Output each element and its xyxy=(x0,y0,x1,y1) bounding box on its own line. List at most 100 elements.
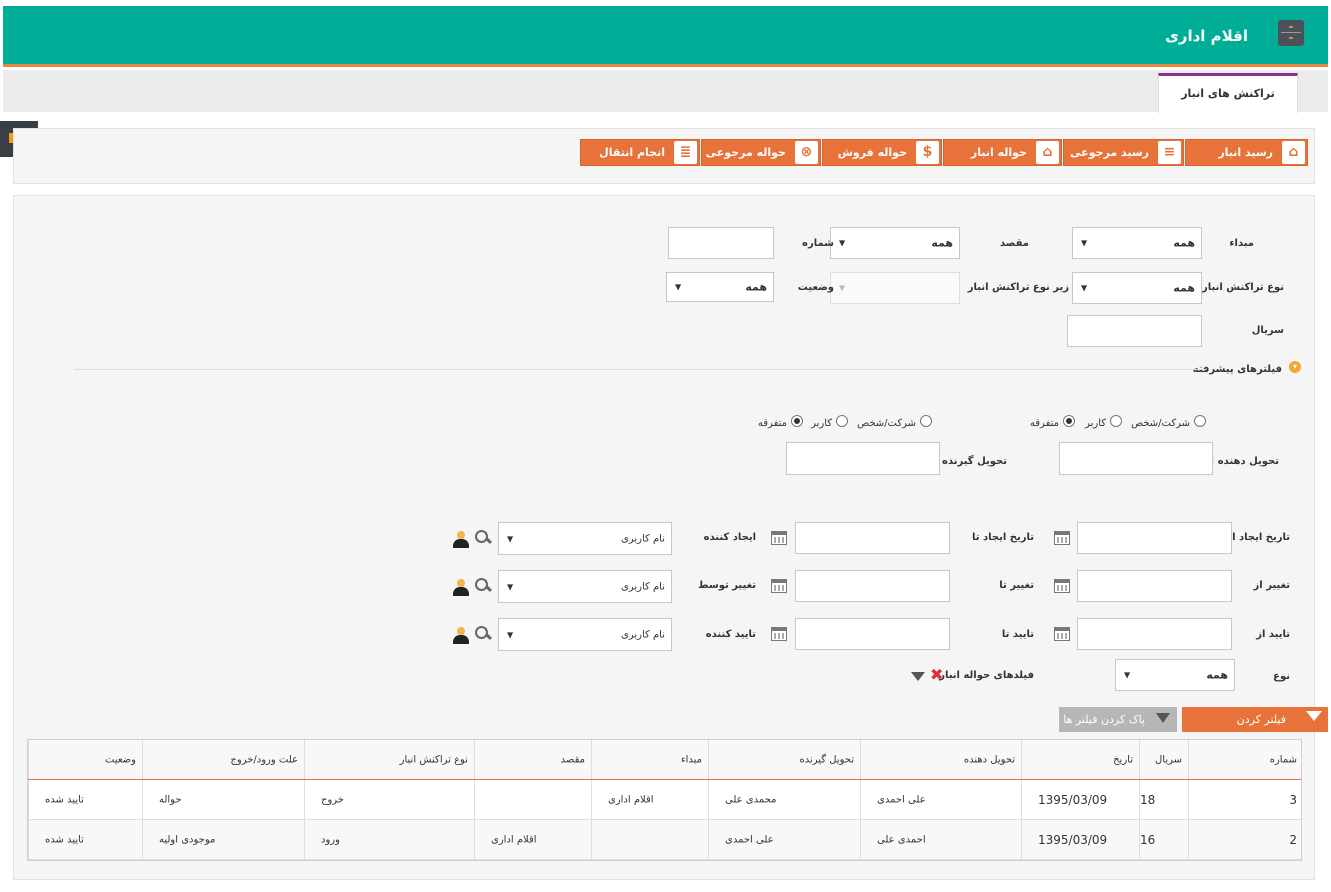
column-header[interactable]: تحویل گیرنده xyxy=(708,740,860,779)
column-header[interactable]: تحویل دهنده xyxy=(860,740,1021,779)
created-to-input[interactable] xyxy=(795,522,950,554)
approver-label: تایید کننده xyxy=(705,629,756,640)
receiver-label: تحویل گیرنده : xyxy=(934,456,1007,467)
close-icon[interactable]: ✖ xyxy=(930,667,943,683)
warehouse-transfer-button[interactable]: ⌂ حواله انبار xyxy=(943,139,1062,166)
table-cell: احمدی علی xyxy=(860,820,1021,859)
divider xyxy=(74,369,1206,370)
calendar-icon[interactable] xyxy=(1054,531,1070,545)
type-select[interactable]: همه ▼ xyxy=(1115,659,1235,691)
chevron-down-icon[interactable]: ▾ xyxy=(1289,361,1301,373)
document-transfer-icon: ≣ xyxy=(674,141,697,164)
column-header[interactable]: وضعیت xyxy=(28,740,142,779)
warehouse-transfer-icon: ⌂ xyxy=(1036,141,1059,164)
approved-from-input[interactable] xyxy=(1077,618,1232,650)
deliverer-radio-misc-label: متفرقه xyxy=(1029,418,1059,429)
table-cell: تایید شده xyxy=(28,780,142,819)
table-header: شماره سریال تاریخ تحویل دهنده تحویل گیرن… xyxy=(28,740,1301,780)
filter-icon[interactable] xyxy=(911,672,925,681)
serial-label: سریال xyxy=(1251,325,1284,336)
funnel-icon xyxy=(1306,711,1322,721)
user-icon[interactable] xyxy=(452,530,470,548)
tab-warehouse-transactions[interactable]: تراکنش های انبار xyxy=(1158,73,1298,113)
deliverer-input[interactable] xyxy=(1059,442,1213,475)
receiver-radio-company[interactable] xyxy=(920,415,932,427)
column-header[interactable]: مبداء xyxy=(591,740,708,779)
changed-by-select[interactable]: نام کاربری ▼ xyxy=(498,570,672,603)
calendar-icon[interactable] xyxy=(1054,627,1070,641)
calendar-icon[interactable] xyxy=(1054,579,1070,593)
return-receipt-button[interactable]: ≡ رسید مرجوعی xyxy=(1063,139,1184,166)
table-cell: علی احمدی xyxy=(708,820,860,859)
destination-select[interactable]: همه ▼ xyxy=(830,227,960,259)
column-header[interactable]: نوع تراکنش انبار xyxy=(304,740,474,779)
column-header[interactable]: شماره xyxy=(1188,740,1303,779)
created-to-label: تاریخ ایجاد تا xyxy=(972,532,1034,543)
cart-return-icon: ⊗ xyxy=(795,141,818,164)
table-cell: تایید شده xyxy=(28,820,142,859)
deliverer-radio-company-label: شرکت/شخص xyxy=(1131,418,1190,429)
table-cell: 16 xyxy=(1139,820,1188,859)
user-icon[interactable] xyxy=(452,578,470,596)
transfer-fields-label: فیلدهای حواله انبار xyxy=(939,670,1034,681)
table-cell: خروج xyxy=(304,780,474,819)
search-icon[interactable] xyxy=(474,577,492,595)
deliverer-radio-company[interactable] xyxy=(1194,415,1206,427)
creator-select[interactable]: نام کاربری ▼ xyxy=(498,522,672,555)
changed-to-input[interactable] xyxy=(795,570,950,602)
search-icon[interactable] xyxy=(474,529,492,547)
column-header[interactable]: سریال xyxy=(1139,740,1188,779)
serial-input[interactable] xyxy=(1067,315,1202,347)
clear-filter-icon xyxy=(1156,713,1170,723)
advanced-filters-toggle[interactable]: فیلترهای پیشرفته xyxy=(1193,364,1282,375)
changed-from-input[interactable] xyxy=(1077,570,1232,602)
table-cell: ورود xyxy=(304,820,474,859)
status-select[interactable]: همه ▼ xyxy=(666,272,774,302)
return-transfer-button[interactable]: ⊗ حواله مرجوعی xyxy=(701,139,821,166)
table-row[interactable]: 2 16 1395/03/09 احمدی علی علی احمدی اقلا… xyxy=(28,820,1301,860)
receiver-radio-misc[interactable] xyxy=(791,415,803,427)
sub-transaction-type-label: زیر نوع تراکنش انبار xyxy=(967,282,1069,293)
table-cell: حواله xyxy=(142,780,304,819)
filter-button[interactable]: فیلتر کردن xyxy=(1182,707,1328,732)
deliverer-radio-user-label: کاربر xyxy=(1085,418,1106,429)
clear-filters-button[interactable]: پاک کردن فیلتر ها xyxy=(1059,707,1177,732)
dollar-icon: $ xyxy=(916,141,939,164)
creator-label: ایجاد کننده xyxy=(703,532,756,543)
transaction-type-label: نوع تراکنش انبار xyxy=(1201,282,1284,293)
sales-transfer-button[interactable]: $ حواله فروش xyxy=(822,139,942,166)
receiver-input[interactable] xyxy=(786,442,940,475)
transaction-type-select[interactable]: همه ▼ xyxy=(1072,272,1202,304)
approved-to-input[interactable] xyxy=(795,618,950,650)
destination-label: مقصد xyxy=(999,238,1029,249)
column-header[interactable]: مقصد xyxy=(474,740,591,779)
user-icon[interactable] xyxy=(452,626,470,644)
deliverer-radio-misc[interactable] xyxy=(1063,415,1075,427)
changed-by-label: تغییر توسط xyxy=(698,580,756,591)
source-select[interactable]: همه ▼ xyxy=(1072,227,1202,259)
column-header[interactable]: تاریخ xyxy=(1021,740,1139,779)
search-icon[interactable] xyxy=(474,625,492,643)
table-cell: 1395/03/09 xyxy=(1021,780,1139,819)
receiver-radio-company-label: شرکت/شخص xyxy=(857,418,916,429)
created-from-input[interactable] xyxy=(1077,522,1232,554)
deliverer-radio-user[interactable] xyxy=(1110,415,1122,427)
sub-transaction-type-select[interactable]: ▼ xyxy=(830,272,960,304)
page-title: اقلام اداری xyxy=(1165,27,1248,45)
receiver-radio-user[interactable] xyxy=(836,415,848,427)
receiver-radio-user-label: کاربر xyxy=(811,418,832,429)
column-header[interactable]: علت ورود/خروج xyxy=(142,740,304,779)
type-label: نوع xyxy=(1273,671,1290,682)
table-cell: 2 xyxy=(1188,820,1303,859)
table-row[interactable]: 3 18 1395/03/09 علی احمدی محمدی علی اقلا… xyxy=(28,780,1301,820)
table-cell: محمدی علی xyxy=(708,780,860,819)
approver-select[interactable]: نام کاربری ▼ xyxy=(498,618,672,651)
calendar-icon[interactable] xyxy=(771,531,787,545)
do-transfer-button[interactable]: ≣ انجام انتقال xyxy=(580,139,700,166)
calendar-icon[interactable] xyxy=(771,579,787,593)
warehouse-receipt-button[interactable]: ⌂ رسید انبار xyxy=(1185,139,1308,166)
number-label: شماره xyxy=(802,238,834,249)
table-cell xyxy=(474,780,591,819)
number-input[interactable] xyxy=(668,227,774,259)
calendar-icon[interactable] xyxy=(771,627,787,641)
